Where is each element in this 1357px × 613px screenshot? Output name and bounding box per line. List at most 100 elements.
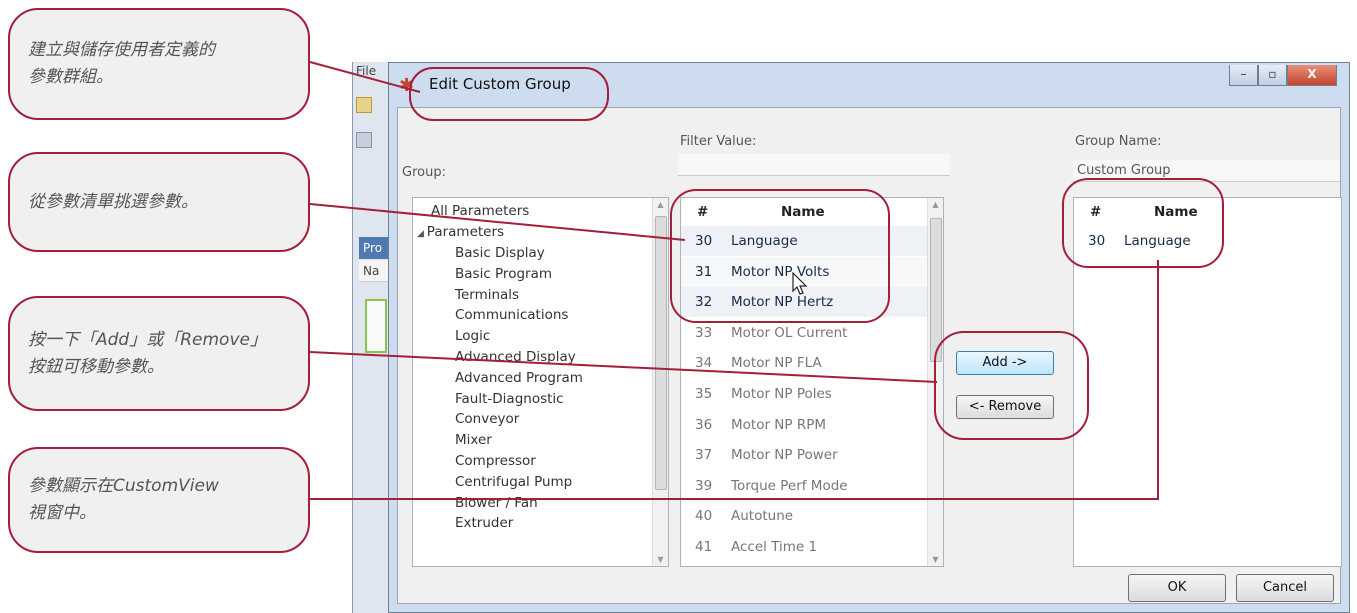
tree-item[interactable]: Logic [455,325,490,347]
num-column-header[interactable]: # [697,198,708,226]
dialog-client-area: Filter Value: Group Name: Custom Group G… [397,107,1342,604]
custom-group-list[interactable]: # Name 30 Language [1073,197,1342,567]
param-name: Motor NP FLA [731,355,822,372]
param-name: Motor NP RPM [731,416,827,433]
list-item[interactable]: 30 Language [1074,226,1341,256]
callout-text: 按鈕可移動參數。 [28,356,164,377]
filter-value-label: Filter Value: [680,134,757,149]
expand-triangle-icon[interactable]: ◢ [417,229,427,239]
name-column-header[interactable]: Name [781,198,825,226]
tree-item[interactable]: Basic Program [455,263,552,285]
param-number: 41 [695,539,713,555]
dialog-titlebar[interactable]: ✱ Edit Custom Group – ▫ X [389,63,1349,107]
add-button[interactable]: Add -> [956,351,1054,375]
app-gear-icon: ✱ [399,75,415,96]
tree-item[interactable]: Terminals [455,284,519,306]
tree-item[interactable]: Centrifugal Pump [455,471,572,493]
tree-scrollbar[interactable]: ▲ ▼ [652,198,668,566]
tree-item[interactable]: Blower / Fan [455,492,538,514]
group-label: Group: [402,165,446,180]
list-item[interactable]: 40 Autotune [681,501,927,531]
num-column-header[interactable]: # [1090,198,1101,226]
ok-button[interactable]: OK [1128,574,1226,602]
group-tree[interactable]: All Parameters ◢ Parameters Basic Displa… [412,197,669,567]
group-name-input[interactable]: Custom Group [1073,160,1340,182]
tree-item[interactable]: Mixer [455,429,492,451]
parameter-list-scrollbar[interactable]: ▲ ▼ [927,198,943,566]
param-name: Motor NP Volts [731,263,830,280]
remove-button[interactable]: <- Remove [956,395,1054,419]
callout-add-remove: 按一下「Add」或「Remove」 按鈕可移動參數。 [8,296,310,411]
scroll-thumb[interactable] [655,216,667,490]
param-name: Motor OL Current [731,324,848,341]
callout-text: 視窗中。 [28,503,96,523]
tree-item-label: Parameters [426,224,505,240]
cancel-button[interactable]: Cancel [1236,574,1334,602]
parameter-list[interactable]: # Name 30 Language 31 Motor NP Volts 32 Motor… [680,197,944,567]
tree-item[interactable]: Communications [455,304,568,326]
list-item[interactable]: 39 Torque Perf Mode [681,471,927,501]
param-number: 33 [695,324,713,341]
param-number: 34 [695,355,713,372]
param-name: Motor NP Poles [731,386,832,402]
file-menu[interactable]: File [356,64,376,78]
toolbar-new-icon[interactable] [356,97,372,113]
tree-item-all-parameters[interactable]: All Parameters [431,200,529,222]
group-name-label: Group Name: [1075,134,1162,149]
dialog-title: Edit Custom Group [429,75,571,93]
callout-text: 從參數清單挑選參數。 [28,191,198,212]
list-item[interactable]: 35 Motor NP Poles [681,379,927,409]
param-number: 32 [695,294,713,311]
device-thumbnail[interactable] [365,299,387,353]
parameter-list-header[interactable]: # Name [681,198,927,226]
param-name: Autotune [731,508,794,525]
param-number: 36 [695,416,713,433]
scroll-thumb[interactable] [930,218,942,362]
close-button[interactable]: X [1287,65,1337,86]
filter-value-input[interactable] [678,154,950,176]
mouse-cursor-icon [792,272,808,295]
scroll-down-icon[interactable]: ▼ [653,555,668,564]
param-name: Motor NP Hertz [731,294,834,311]
param-name: Accel Time 1 [731,539,818,555]
tree-item[interactable]: Conveyor [455,408,519,430]
maximize-button[interactable]: ▫ [1258,65,1287,86]
scroll-up-icon[interactable]: ▲ [928,200,943,209]
callout-text: 建立與儲存使用者定義的 [28,40,215,60]
list-item[interactable]: 41 Accel Time 1 [681,532,927,562]
tree-item[interactable]: Advanced Program [455,367,583,389]
param-name: Language [731,233,798,249]
param-name: Language [1124,233,1191,249]
list-item[interactable]: 33 Motor OL Current [681,318,927,348]
minimize-button[interactable]: – [1229,65,1258,86]
tree-item[interactable]: Extruder [455,512,513,534]
param-number: 39 [695,477,713,494]
toolbar-grid-icon[interactable] [356,132,372,148]
param-number: 40 [695,508,713,525]
list-item[interactable]: 36 Motor NP RPM [681,410,927,440]
param-number: 30 [695,233,713,249]
param-name: Torque Perf Mode [731,477,848,494]
callout-custom-view: 參數顯示在CustomView 視窗中。 [8,447,310,553]
param-number: 37 [695,447,713,464]
param-name: Motor NP Power [731,447,838,464]
tree-item[interactable]: Fault-Diagnostic [455,388,564,410]
tree-item[interactable]: Basic Display [455,242,545,264]
tree-item[interactable]: Compressor [455,450,536,472]
callout-text: 參數群組。 [28,67,113,87]
callout-pick-parameters: 從參數清單挑選參數。 [8,152,310,252]
param-number: 30 [1088,233,1106,249]
edit-custom-group-dialog: ✱ Edit Custom Group – ▫ X Filter Value: … [388,62,1350,613]
callout-text: 參數顯示在CustomView [28,476,219,496]
tree-item[interactable]: Advanced Display [455,346,576,368]
name-column-header[interactable]: Name [1154,198,1198,226]
group-list-header[interactable]: # Name [1074,198,1341,226]
callout-text: 按一下「Add」或「Remove」 [28,329,267,350]
callout-create-group: 建立與儲存使用者定義的 參數群組。 [8,8,310,120]
scroll-down-icon[interactable]: ▼ [928,555,943,564]
list-item[interactable]: 30 Language [681,226,927,256]
list-item[interactable]: 34 Motor NP FLA [681,348,927,378]
scroll-up-icon[interactable]: ▲ [653,200,668,209]
list-item[interactable]: 37 Motor NP Power [681,440,927,470]
param-number: 35 [695,386,713,402]
